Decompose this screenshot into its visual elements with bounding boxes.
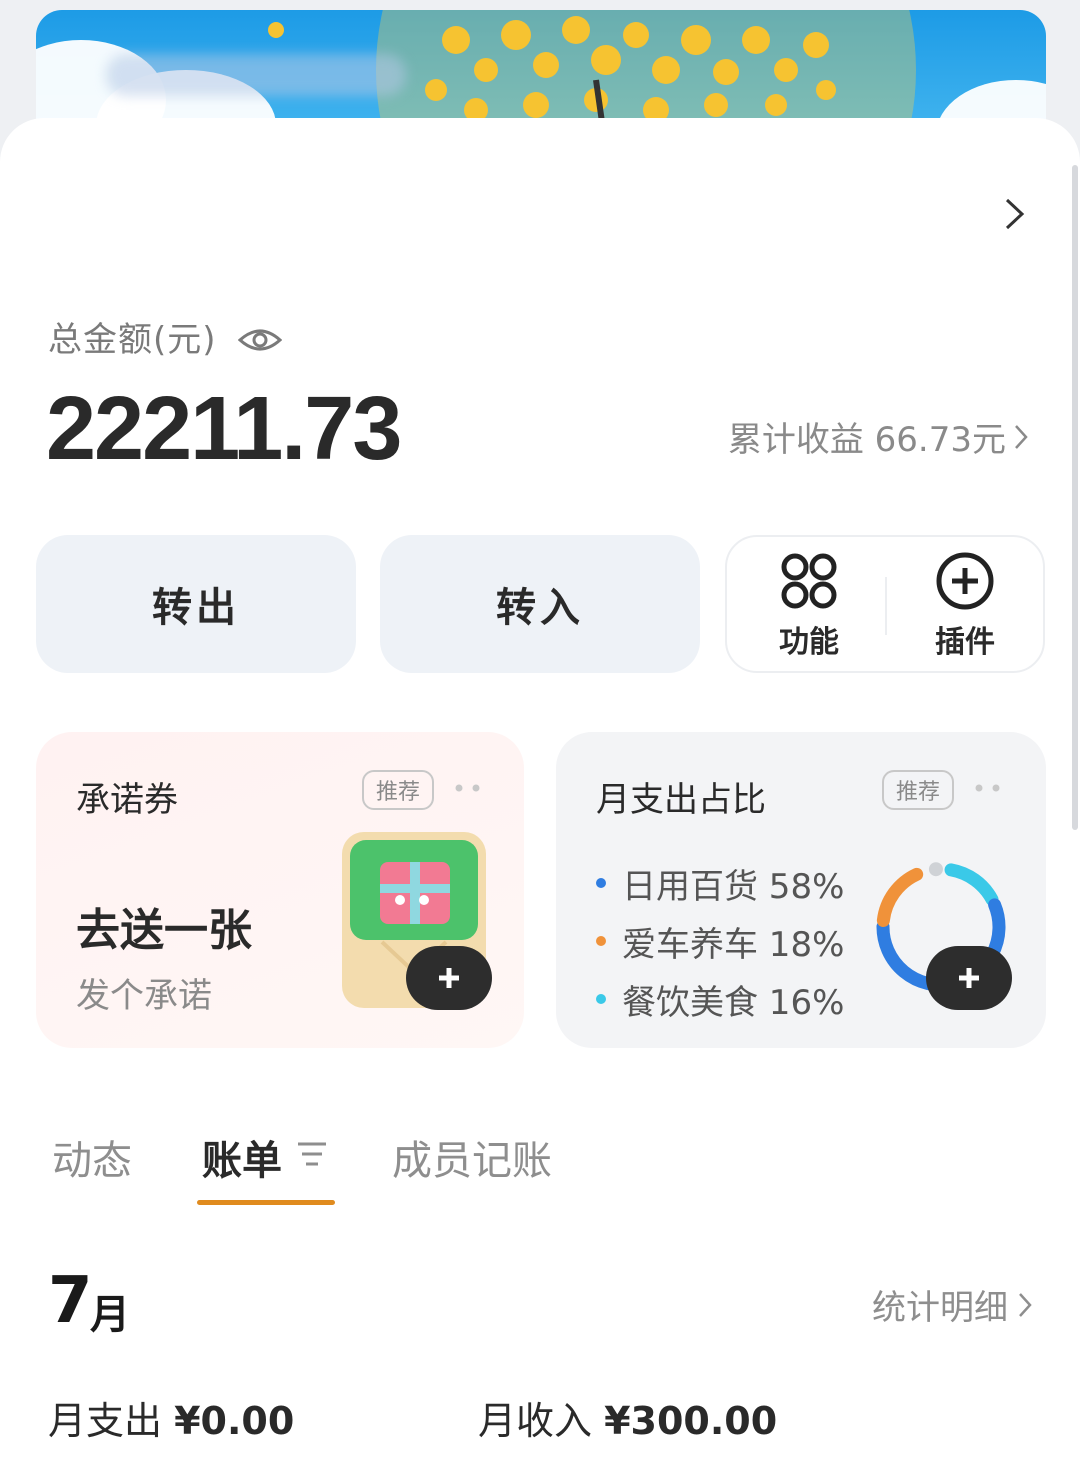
chevron-right-icon [1015, 424, 1028, 449]
recommend-badge: 推荐 [882, 770, 955, 810]
monthly-expense: 月支出 ¥0.00 [48, 1390, 294, 1445]
total-amount-value: 22211.73 [46, 379, 402, 479]
tab-member-bookkeeping[interactable]: 成员记账 [392, 1128, 552, 1186]
month-unit: 月 [90, 1292, 130, 1338]
eye-icon[interactable] [238, 322, 282, 358]
tab-activity[interactable]: 动态 [52, 1128, 132, 1186]
donut-slice [944, 863, 999, 906]
monthly-spending-widget[interactable]: 月支出占比 推荐 日用百货 58% 爱车养车 18% 餐饮美食 16% [556, 732, 1046, 1048]
legend-item: 餐饮美食 16% [596, 970, 844, 1028]
widget-title: 月支出占比 [596, 780, 766, 820]
month-number: 7 [48, 1264, 93, 1338]
expense-label: 月支出 [48, 1399, 163, 1443]
legend-item: 爱车养车 18% [596, 912, 844, 970]
filter-icon[interactable] [296, 1140, 328, 1168]
donut-slice-other [928, 862, 943, 877]
functions-button[interactable]: 功能 [749, 551, 869, 661]
more-dots-icon[interactable] [454, 784, 484, 792]
cumulative-earnings-link[interactable]: 累计收益 66.73元 [728, 412, 1028, 461]
divider [885, 577, 887, 635]
plugins-button[interactable]: 插件 [905, 551, 1025, 661]
donut-slice [876, 867, 924, 928]
tools-group: 功能 插件 [725, 535, 1045, 673]
income-value: ¥300.00 [604, 1399, 778, 1443]
income-label: 月收入 [478, 1399, 593, 1443]
grid-circles-icon [781, 553, 837, 609]
chevron-right-icon[interactable] [1004, 197, 1026, 231]
transfer-in-button[interactable]: 转入 [380, 535, 700, 673]
functions-label: 功能 [779, 625, 839, 660]
scrollbar[interactable] [1072, 165, 1078, 830]
legend-label: 餐饮美食 16% [622, 982, 845, 1023]
monthly-income: 月收入 ¥300.00 [478, 1390, 777, 1445]
promise-headline: 去送一张 [76, 905, 252, 956]
plus-icon [959, 968, 979, 988]
earnings-text: 累计收益 66.73元 [727, 420, 1006, 460]
legend-dot [596, 878, 606, 888]
spending-legend: 日用百货 58% 爱车养车 18% 餐饮美食 16% [596, 854, 844, 1028]
chevron-right-icon [1019, 1292, 1032, 1317]
promise-coupon-widget[interactable]: 承诺券 推荐 去送一张 发个承诺 [36, 732, 524, 1048]
statistics-detail-link[interactable]: 统计明细 [872, 1280, 1032, 1329]
legend-label: 日用百货 58% [622, 866, 845, 907]
plus-circle-icon [936, 552, 994, 610]
add-promise-button[interactable] [406, 946, 492, 1010]
recommend-badge: 推荐 [362, 770, 435, 810]
plus-icon [439, 968, 459, 988]
tab-bills[interactable]: 账单 [202, 1128, 282, 1186]
expense-value: ¥0.00 [174, 1399, 295, 1443]
promise-subtext: 发个承诺 [76, 976, 212, 1016]
total-amount-label: 总金额(元) [48, 320, 217, 360]
banner-caption-blurred [106, 54, 406, 96]
more-dots-icon[interactable] [974, 784, 1004, 792]
widget-title: 承诺券 [76, 780, 178, 820]
transfer-out-button[interactable]: 转出 [36, 535, 356, 673]
legend-dot [596, 936, 606, 946]
active-tab-indicator [197, 1200, 335, 1205]
legend-dot [596, 994, 606, 1004]
plugins-label: 插件 [935, 625, 995, 660]
legend-item: 日用百货 58% [596, 854, 844, 912]
statistics-detail-label: 统计明细 [872, 1288, 1008, 1328]
legend-label: 爱车养车 18% [622, 924, 845, 965]
add-spending-button[interactable] [926, 946, 1012, 1010]
